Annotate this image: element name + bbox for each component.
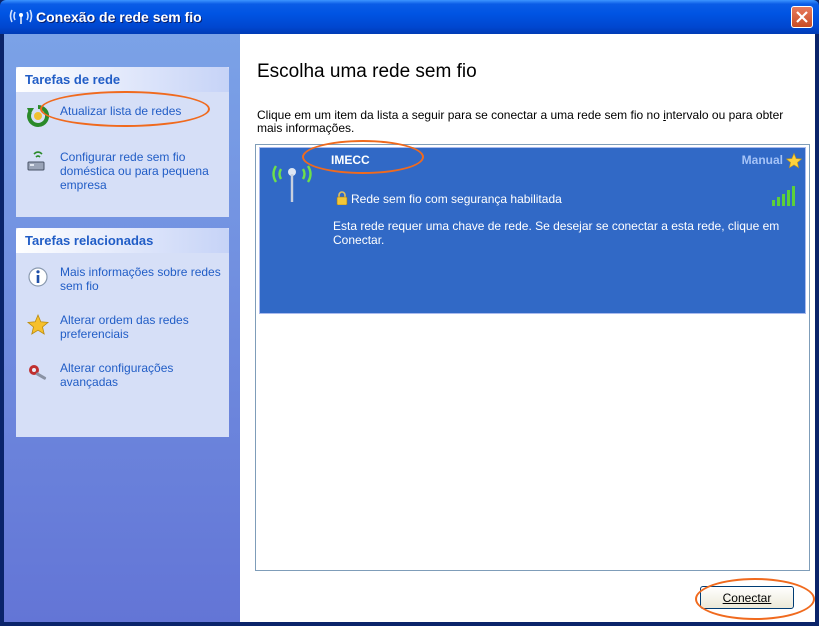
network-tasks-panel: Tarefas de rede Atualizar lista de redes xyxy=(16,67,229,217)
instructions-part-1: Clique em um item da lista a seguir para… xyxy=(257,108,664,122)
more-info-wireless-label: Mais informações sobre redes sem fio xyxy=(60,265,221,293)
preferred-star-icon xyxy=(785,152,803,170)
star-icon xyxy=(26,313,50,337)
refresh-network-list-label: Atualizar lista de redes xyxy=(60,104,182,118)
network-security-status: Rede sem fio com segurança habilitada xyxy=(351,192,562,206)
lock-icon xyxy=(335,191,349,206)
wireless-antenna-icon xyxy=(267,154,317,204)
setup-home-network-label: Configurar rede sem fio doméstica ou par… xyxy=(60,150,209,192)
connect-button[interactable]: Conectar xyxy=(700,586,794,609)
instructions-text: Clique em um item da lista a seguir para… xyxy=(257,109,797,135)
page-title: Escolha uma rede sem fio xyxy=(257,61,477,82)
window: Conexão de rede sem fio Tarefas de rede xyxy=(0,0,819,626)
window-title: Conexão de rede sem fio xyxy=(36,9,202,25)
title-bar[interactable]: Conexão de rede sem fio xyxy=(0,0,819,34)
signal-strength-icon xyxy=(771,186,799,206)
change-advanced-settings-link[interactable]: Alterar configurações avançadas xyxy=(16,361,229,393)
related-tasks-header: Tarefas relacionadas xyxy=(16,228,229,253)
task-pane: Tarefas de rede Atualizar lista de redes xyxy=(4,34,240,622)
setup-home-network-link[interactable]: Configurar rede sem fio doméstica ou par… xyxy=(16,150,229,196)
client-area: Tarefas de rede Atualizar lista de redes xyxy=(4,34,815,622)
close-button[interactable] xyxy=(791,6,813,28)
network-description: Esta rede requer uma chave de rede. Se d… xyxy=(333,219,780,247)
wireless-network-list[interactable]: IMECC Manual Rede sem fio com segurança xyxy=(255,144,810,571)
close-icon xyxy=(796,11,808,23)
network-list-item[interactable]: IMECC Manual Rede sem fio com segurança xyxy=(259,147,806,314)
network-tasks-header: Tarefas de rede xyxy=(16,67,229,92)
refresh-icon xyxy=(26,104,50,128)
info-icon xyxy=(26,265,50,289)
network-type: Manual xyxy=(741,153,783,167)
more-info-wireless-link[interactable]: Mais informações sobre redes sem fio xyxy=(16,265,229,297)
main-content: Escolha uma rede sem fio Clique em um it… xyxy=(240,34,815,622)
change-preferred-order-label: Alterar ordem das redes preferenciais xyxy=(60,313,189,341)
refresh-network-list-link[interactable]: Atualizar lista de redes xyxy=(16,104,229,134)
change-preferred-order-link[interactable]: Alterar ordem das redes preferenciais xyxy=(16,313,229,345)
related-tasks-panel: Tarefas relacionadas Mais informações so… xyxy=(16,228,229,437)
change-advanced-settings-label: Alterar configurações avançadas xyxy=(60,361,174,389)
network-setup-icon xyxy=(26,150,50,174)
settings-icon xyxy=(26,361,50,385)
network-name: IMECC xyxy=(331,153,370,167)
wireless-network-icon xyxy=(8,7,34,25)
